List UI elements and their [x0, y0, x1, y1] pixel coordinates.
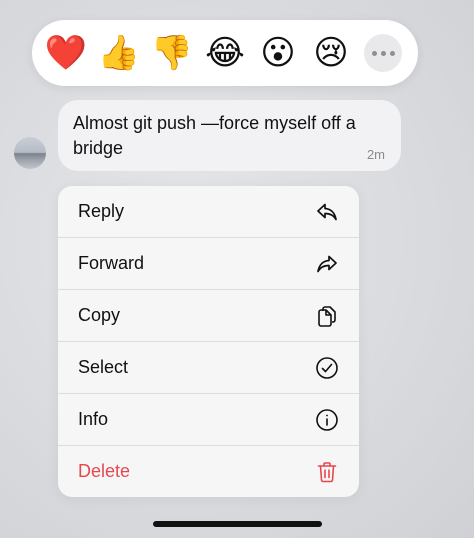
menu-item-reply[interactable]: Reply — [58, 186, 359, 238]
reaction-thumbs-down[interactable]: 👎 — [151, 32, 193, 74]
message-bubble[interactable]: Almost git push —force myself off a brid… — [58, 100, 401, 171]
menu-item-info[interactable]: Info — [58, 394, 359, 446]
reaction-surprised[interactable]: 😮 — [257, 32, 299, 74]
trash-icon — [315, 460, 339, 484]
forward-icon — [315, 252, 339, 276]
menu-item-select[interactable]: Select — [58, 342, 359, 394]
reaction-thumbs-up[interactable]: 👍 — [98, 32, 140, 74]
menu-item-forward[interactable]: Forward — [58, 238, 359, 290]
menu-item-label: Reply — [78, 201, 125, 221]
message-timestamp: 2m — [366, 147, 385, 162]
reaction-crying[interactable]: 😢 — [310, 32, 352, 74]
menu-item-copy[interactable]: Copy — [58, 290, 359, 342]
reaction-laughing[interactable]: 😂 — [204, 32, 246, 74]
avatar — [14, 137, 46, 169]
reply-icon — [315, 200, 339, 224]
more-reactions-button[interactable] — [364, 34, 402, 72]
info-icon — [315, 408, 339, 432]
copy-icon — [315, 304, 339, 328]
reaction-heart[interactable]: ❤️ — [45, 32, 87, 74]
ellipsis-icon — [371, 50, 377, 56]
reaction-bar: ❤️ 👍 👎 😂 😮 😢 — [32, 20, 418, 86]
menu-item-label: Forward — [78, 253, 145, 273]
menu-item-label: Copy — [78, 305, 121, 325]
message-text: Almost git push —force myself off a brid… — [73, 113, 356, 158]
checkmark-circle-icon — [315, 356, 339, 380]
menu-item-delete[interactable]: Delete — [58, 446, 359, 497]
menu-item-label: Delete — [78, 461, 131, 481]
context-menu: Reply Forward Copy Select Info Delete — [58, 186, 359, 497]
home-indicator — [153, 521, 322, 527]
menu-item-label: Select — [78, 357, 129, 377]
menu-item-label: Info — [78, 409, 109, 429]
